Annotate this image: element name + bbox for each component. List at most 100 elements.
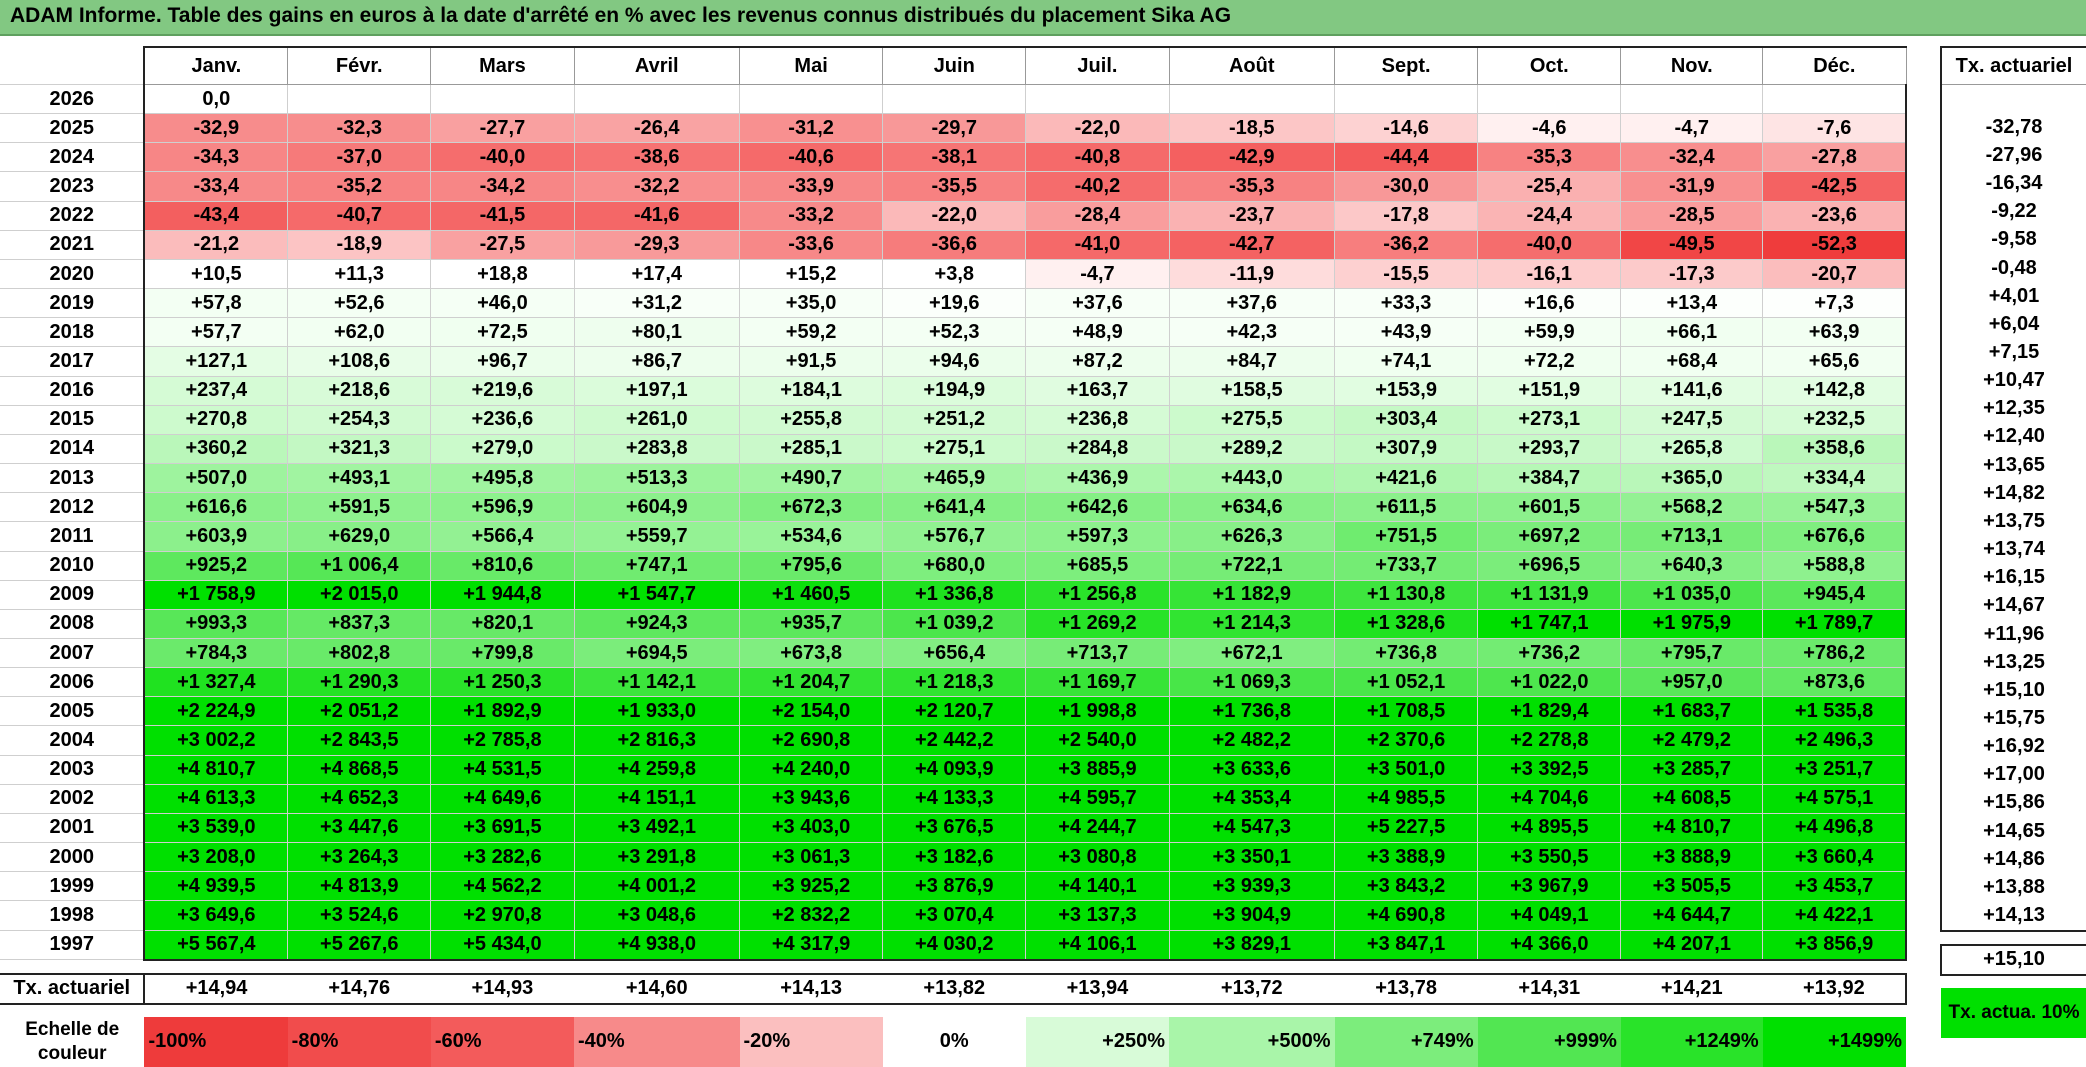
gain-cell: -33,6 <box>738 229 884 260</box>
gain-cell: +4 649,6 <box>430 783 575 814</box>
gain-cell: +810,6 <box>430 550 575 581</box>
gain-cell: +616,6 <box>143 492 289 523</box>
gain-cell: +4 030,2 <box>882 929 1027 961</box>
gain-cell: +568,2 <box>1620 492 1764 523</box>
gain-cell: +4 939,5 <box>143 871 289 902</box>
gain-cell: +1 052,1 <box>1334 667 1479 698</box>
gain-cell: -41,5 <box>430 200 575 231</box>
gain-cell: +108,6 <box>287 346 432 377</box>
gain-cell: +4 093,9 <box>882 754 1027 785</box>
gain-cell: +80,1 <box>573 317 740 348</box>
gain-cell: +676,6 <box>1762 521 1908 552</box>
gain-cell: +1 290,3 <box>287 667 432 698</box>
month-header: Avril <box>573 46 740 85</box>
gain-cell: +993,3 <box>143 608 289 639</box>
color-scale-swatch: +1499% <box>1762 1016 1906 1067</box>
gain-cell: +3 539,0 <box>143 812 289 844</box>
gain-cell: +52,3 <box>882 317 1027 348</box>
gain-cell: -40,8 <box>1025 142 1170 173</box>
gain-cell: -33,4 <box>143 171 289 202</box>
gain-cell: -28,4 <box>1025 200 1170 231</box>
gain-cell: +5 434,0 <box>430 929 575 961</box>
year-label: 2001 <box>0 812 145 844</box>
gain-cell: +3 829,1 <box>1168 929 1336 961</box>
gain-cell: +3 888,9 <box>1620 842 1764 873</box>
year-label: 2004 <box>0 725 145 756</box>
gain-cell: +547,3 <box>1762 492 1908 523</box>
gain-cell: +275,5 <box>1168 404 1336 435</box>
gain-cell: +697,2 <box>1477 521 1622 552</box>
gain-cell: +84,7 <box>1168 346 1336 377</box>
gain-cell: +4 895,5 <box>1477 812 1622 844</box>
gain-cell: +2 816,3 <box>573 725 740 756</box>
actuarial-month-cell: +13,78 <box>1334 972 1478 1005</box>
gain-cell: +1 933,0 <box>573 696 740 727</box>
table-row: 2008 +993,3 +837,3 +820,1 +924,3 +935,7 +1 039… <box>0 608 1908 639</box>
gain-cell: +2 370,6 <box>1334 725 1479 756</box>
gain-cell: +588,8 <box>1762 550 1908 581</box>
gain-cell: +873,6 <box>1762 667 1908 698</box>
table-row: 2002 +4 613,3 +4 652,3 +4 649,6 +4 151,1 +3 9… <box>0 783 1908 814</box>
gain-cell: +1 039,2 <box>882 608 1027 639</box>
month-header: Juin <box>882 46 1027 85</box>
actuarial-month-cell: +14,31 <box>1477 972 1621 1005</box>
gain-cell: +4 353,4 <box>1168 783 1336 814</box>
gain-cell: -27,8 <box>1762 142 1908 173</box>
year-label: 2010 <box>0 550 145 581</box>
gain-cell: -34,2 <box>430 171 575 202</box>
gain-cell: -42,9 <box>1168 142 1336 173</box>
actuarial-month-cell: +13,82 <box>882 972 1026 1005</box>
gain-cell: -31,9 <box>1620 171 1764 202</box>
gain-cell: +4 106,1 <box>1025 929 1170 961</box>
gain-cell: +184,1 <box>738 375 884 406</box>
gain-cell: +1 250,3 <box>430 667 575 698</box>
gain-cell: +57,8 <box>143 288 289 319</box>
month-header: Sept. <box>1334 46 1479 85</box>
year-label: 2008 <box>0 608 145 639</box>
actuarial-rate-cell: -27,96 <box>1940 141 2086 170</box>
year-label: 2014 <box>0 433 145 465</box>
gain-cell: +2 540,0 <box>1025 725 1170 756</box>
year-label: 2017 <box>0 346 145 377</box>
gain-cell: +68,4 <box>1620 346 1764 377</box>
gain-cell: +74,1 <box>1334 346 1479 377</box>
year-label: 2012 <box>0 492 145 523</box>
year-label: 2009 <box>0 579 145 610</box>
gain-cell: -38,1 <box>882 142 1027 173</box>
gain-cell: +3 501,0 <box>1334 754 1479 785</box>
gain-cell: +4 690,8 <box>1334 900 1479 931</box>
actuarial-rate-cell: +11,96 <box>1940 619 2086 649</box>
gain-cell: +3 350,1 <box>1168 842 1336 873</box>
gain-cell: +4 704,6 <box>1477 783 1622 814</box>
gain-cell: +795,6 <box>738 550 884 581</box>
gain-cell: +3 061,3 <box>738 842 884 873</box>
gain-cell: +270,8 <box>143 404 289 435</box>
gain-cell: -41,0 <box>1025 229 1170 260</box>
gain-cell: +11,3 <box>287 258 432 290</box>
gain-cell <box>1334 83 1479 115</box>
gain-cell: +465,9 <box>882 463 1027 494</box>
gain-cell: +4 938,0 <box>573 929 740 961</box>
gain-cell: +1 142,1 <box>573 667 740 698</box>
color-scale-legend: Echelle de couleur -100% -80% -60% -40% -20% 0… <box>0 1016 1906 1067</box>
actuarial-rate-cell <box>1940 84 2086 114</box>
gain-cell: +3 182,6 <box>882 842 1027 873</box>
gain-cell: +31,2 <box>573 288 740 319</box>
table-row: 2003 +4 810,7 +4 868,5 +4 531,5 +4 259,8 +4 2… <box>0 754 1908 785</box>
actuarial-total-cell: +15,10 <box>1940 943 2086 976</box>
gain-cell: +48,9 <box>1025 317 1170 348</box>
gain-cell: +232,5 <box>1762 404 1908 435</box>
color-scale-swatch: +1249% <box>1620 1016 1763 1067</box>
gain-cell: +2 843,5 <box>287 725 432 756</box>
gain-cell: +935,7 <box>738 608 884 639</box>
year-label: 2025 <box>0 113 145 144</box>
gain-cell: +495,8 <box>430 463 575 494</box>
gain-cell: +4 133,3 <box>882 783 1027 814</box>
gain-cell: +924,3 <box>573 608 740 639</box>
gain-cell: +3 282,6 <box>430 842 575 873</box>
actuarial-month-cell: +14,93 <box>430 972 574 1005</box>
month-header: Mars <box>430 46 575 85</box>
gain-cell: +18,8 <box>430 258 575 290</box>
gain-cell: -33,9 <box>738 171 884 202</box>
gain-cell: -40,6 <box>738 142 884 173</box>
